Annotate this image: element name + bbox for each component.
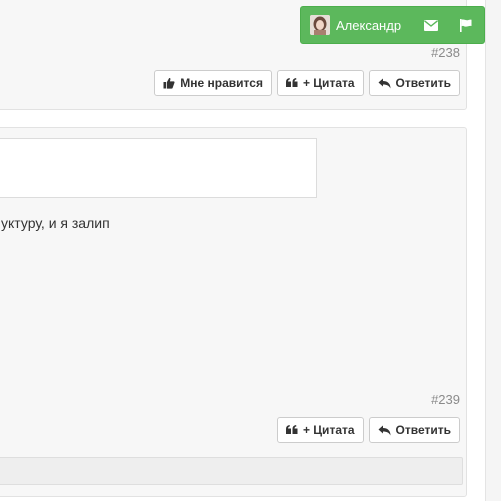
- flag-icon[interactable]: [451, 7, 479, 43]
- like-button-label: Мне нравится: [180, 76, 263, 90]
- quote-button[interactable]: + Цитата: [276, 417, 364, 443]
- post-number[interactable]: #239: [431, 392, 460, 407]
- like-button[interactable]: Мне нравится: [154, 70, 272, 96]
- user-profile-link[interactable]: Александр: [301, 7, 401, 43]
- quote-icon: [285, 425, 298, 435]
- user-panel: Александр: [300, 6, 485, 44]
- forum-post: уктуру, и я залип #239 + Цитата Ответить: [0, 127, 467, 497]
- reply-button[interactable]: Ответить: [368, 417, 460, 443]
- reply-button-label: Ответить: [395, 76, 451, 90]
- envelope-icon[interactable]: [417, 7, 445, 43]
- post-number[interactable]: #238: [431, 45, 460, 60]
- quote-block: [0, 138, 317, 198]
- reply-button[interactable]: Ответить: [368, 70, 460, 96]
- quote-button[interactable]: + Цитата: [276, 70, 364, 96]
- thumbs-up-icon: [163, 77, 175, 89]
- reply-button-label: Ответить: [395, 423, 451, 437]
- quote-button-label: + Цитата: [302, 423, 355, 437]
- reply-icon: [378, 425, 391, 436]
- post-body-text: уктуру, и я залип: [1, 215, 110, 231]
- post-actions: + Цитата Ответить: [276, 417, 460, 443]
- user-name: Александр: [336, 17, 402, 33]
- quote-button-label: + Цитата: [302, 76, 355, 90]
- reply-icon: [378, 78, 391, 89]
- post-footer-bar: [0, 457, 463, 485]
- avatar: [310, 15, 330, 35]
- post-actions: Мне нравится + Цитата Ответить: [154, 70, 460, 96]
- page-scroll-edge: [485, 0, 501, 501]
- quote-icon: [285, 78, 298, 88]
